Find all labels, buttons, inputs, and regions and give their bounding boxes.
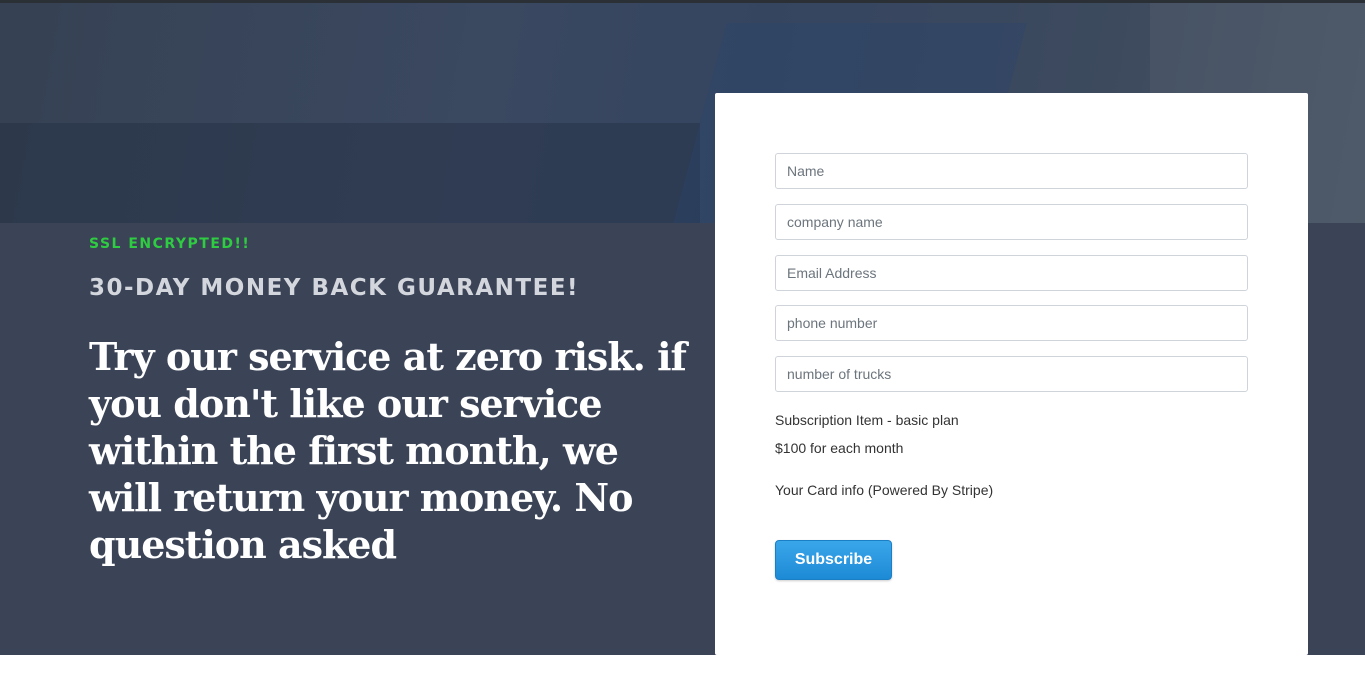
guarantee-heading: 30-DAY MONEY BACK GUARANTEE! [89, 275, 580, 301]
price-text: $100 for each month [775, 440, 904, 456]
subscribe-button[interactable]: Subscribe [775, 540, 892, 580]
subscription-form-card: Subscription Item - basic plan $100 for … [715, 93, 1308, 655]
subscription-item-text: Subscription Item - basic plan [775, 412, 959, 428]
trucks-input[interactable] [775, 356, 1248, 392]
ssl-encrypted-label: SSL ENCRYPTED!! [89, 236, 251, 252]
email-input[interactable] [775, 255, 1248, 291]
name-input[interactable] [775, 153, 1248, 189]
card-info-text: Your Card info (Powered By Stripe) [775, 482, 994, 498]
pitch-text: Try our service at zero risk. if you don… [89, 334, 687, 567]
phone-input[interactable] [775, 305, 1248, 341]
company-name-input[interactable] [775, 204, 1248, 240]
